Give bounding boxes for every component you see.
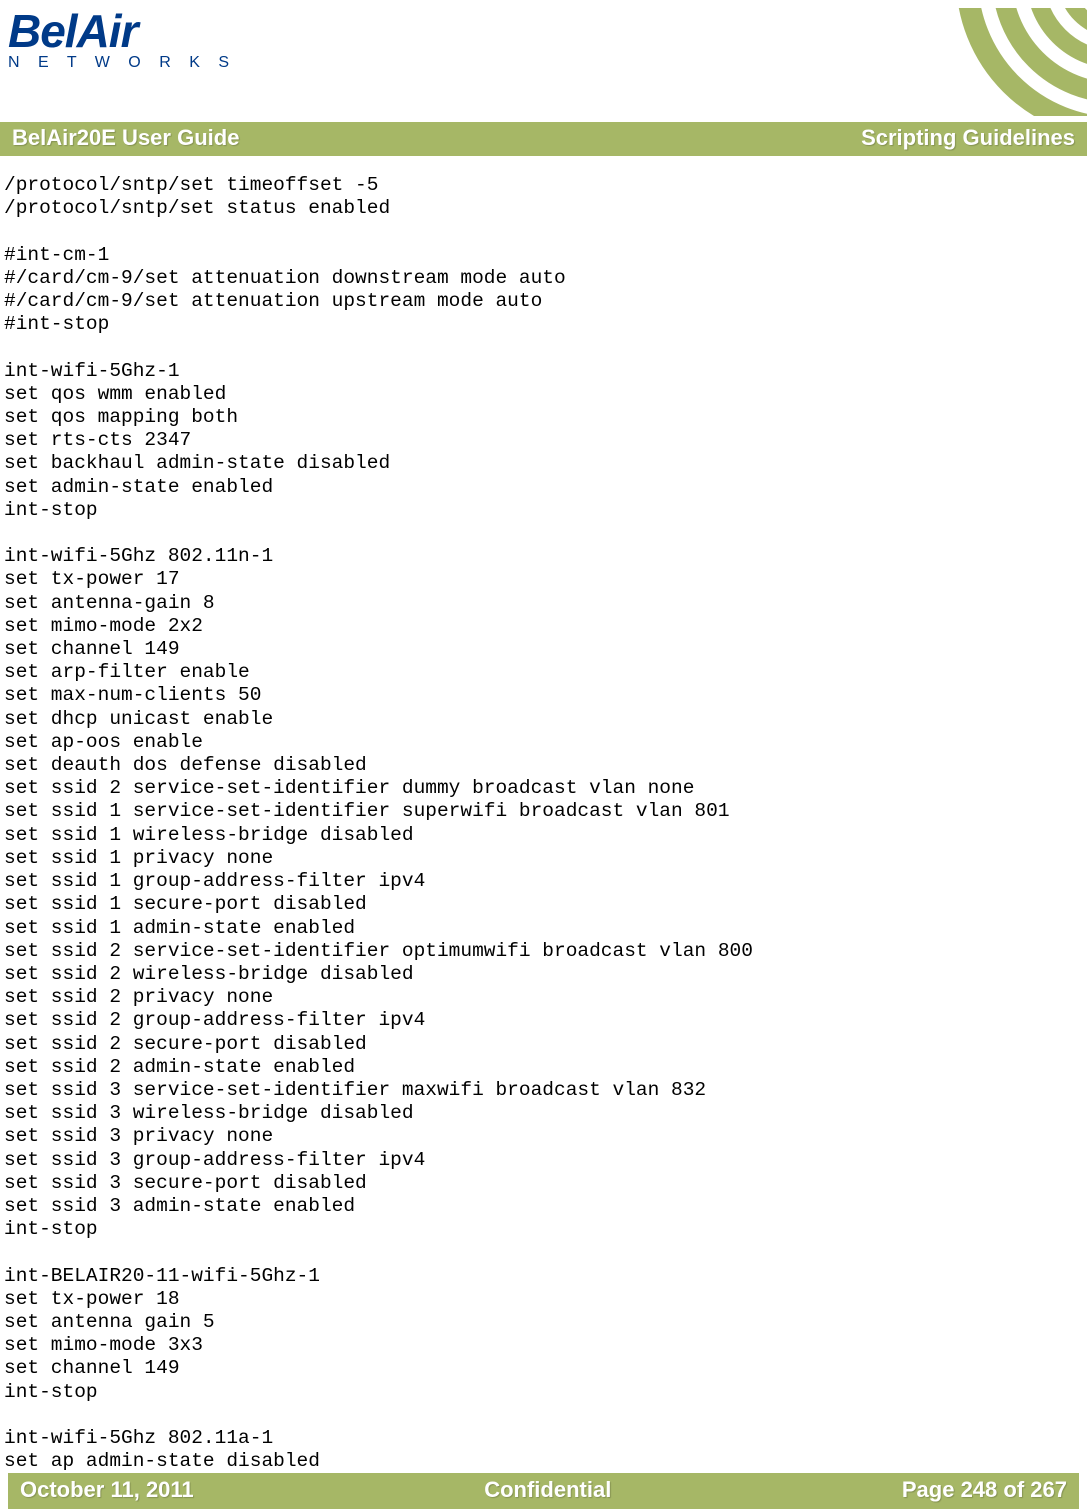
footer-confidential: Confidential — [484, 1477, 611, 1503]
content-area: /protocol/sntp/set timeoffset -5 /protoc… — [0, 156, 1087, 1473]
wave-icon — [952, 8, 1087, 116]
guide-title: BelAir20E User Guide — [12, 125, 239, 151]
footer-bar: October 11, 2011 Confidential Page 248 o… — [8, 1473, 1079, 1509]
footer-date: October 11, 2011 — [20, 1477, 194, 1503]
title-bar: BelAir20E User Guide Scripting Guideline… — [0, 122, 1087, 156]
section-title: Scripting Guidelines — [861, 125, 1075, 151]
logo: BelAir N E T W O R K S — [8, 8, 236, 72]
header: BelAir N E T W O R K S — [0, 0, 1087, 116]
footer-page: Page 248 of 267 — [902, 1477, 1067, 1503]
logo-brand: BelAir — [8, 10, 236, 54]
logo-subtext: N E T W O R K S — [8, 54, 236, 72]
script-code: /protocol/sntp/set timeoffset -5 /protoc… — [4, 174, 1079, 1473]
